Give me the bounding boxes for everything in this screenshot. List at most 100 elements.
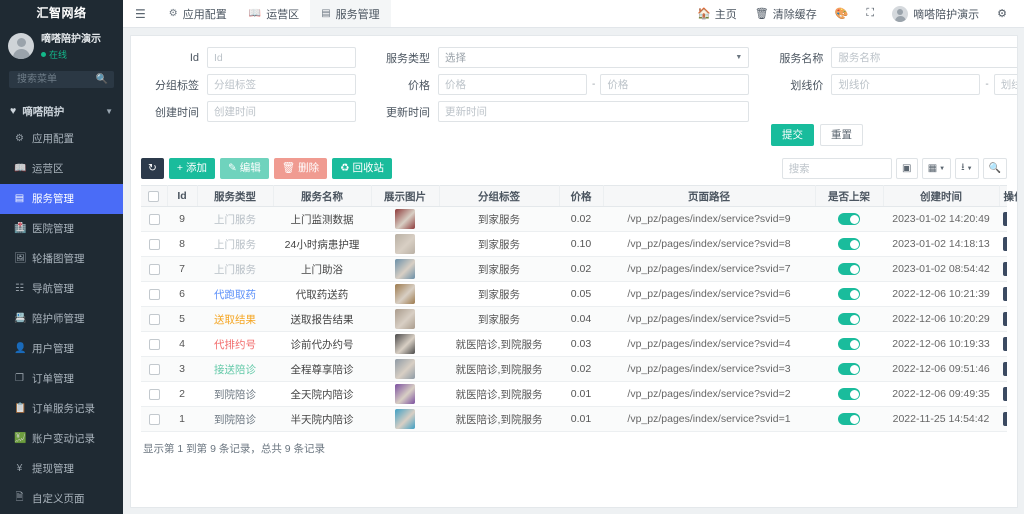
submit-button[interactable]: 提交 xyxy=(771,124,814,146)
home-link[interactable]: 🏠 主页 xyxy=(688,0,746,28)
table-row[interactable]: 8上门服务24小时病患护理到家服务0.10/vp_pz/pages/index/… xyxy=(141,232,1007,257)
cell-on-shelf[interactable] xyxy=(815,282,883,307)
columns-button[interactable]: ▦▼ xyxy=(922,158,951,179)
row-add-button[interactable]: ✚ xyxy=(1003,387,1007,401)
sidebar-item-12[interactable]: 🗎自定义页面 xyxy=(0,484,123,514)
row-add-button[interactable]: ✚ xyxy=(1003,337,1007,351)
add-button[interactable]: + 添加 xyxy=(169,158,215,179)
cell-thumbnail[interactable] xyxy=(371,357,439,382)
refresh-button[interactable]: ↻ xyxy=(141,158,164,179)
sidebar-search-input[interactable] xyxy=(15,71,108,88)
checkbox-icon[interactable] xyxy=(149,239,160,250)
edit-button[interactable]: ✎ 编辑 xyxy=(220,158,269,179)
advanced-search-button[interactable]: 🔍 xyxy=(983,158,1007,179)
cell-on-shelf[interactable] xyxy=(815,257,883,282)
on-shelf-toggle[interactable] xyxy=(838,413,860,425)
cell-thumbnail[interactable] xyxy=(371,232,439,257)
form-field-select[interactable]: 选择▼ xyxy=(438,47,749,68)
range-max-input[interactable] xyxy=(600,74,749,95)
cell-on-shelf[interactable] xyxy=(815,232,883,257)
recycle-bin-button[interactable]: ♻ 回收站 xyxy=(332,158,392,179)
theme-button[interactable]: 🎨 xyxy=(826,0,858,28)
checkbox-icon[interactable] xyxy=(148,191,159,202)
select-all-checkbox[interactable] xyxy=(141,186,167,207)
form-field-input[interactable] xyxy=(438,101,749,122)
sidebar-item-7[interactable]: 👤用户管理 xyxy=(0,334,123,364)
row-add-button[interactable]: ✚ xyxy=(1003,287,1007,301)
cell-on-shelf[interactable] xyxy=(815,207,883,232)
cell-thumbnail[interactable] xyxy=(371,282,439,307)
reset-button[interactable]: 重置 xyxy=(820,124,863,146)
checkbox-icon[interactable] xyxy=(149,214,160,225)
on-shelf-toggle[interactable] xyxy=(838,238,860,250)
cell-thumbnail[interactable] xyxy=(371,257,439,282)
checkbox-icon[interactable] xyxy=(149,264,160,275)
table-search-input[interactable] xyxy=(782,158,892,179)
cell-thumbnail[interactable] xyxy=(371,307,439,332)
checkbox-icon[interactable] xyxy=(149,339,160,350)
sidebar-item-1[interactable]: 📖运营区 xyxy=(0,154,123,184)
user-menu[interactable]: 嘀嗒陪护演示 xyxy=(883,6,988,22)
range-min-input[interactable] xyxy=(831,74,980,95)
checkbox-icon[interactable] xyxy=(149,289,160,300)
row-add-button[interactable]: ✚ xyxy=(1003,262,1007,276)
row-checkbox-cell[interactable] xyxy=(141,232,167,257)
cell-thumbnail[interactable] xyxy=(371,332,439,357)
row-checkbox-cell[interactable] xyxy=(141,282,167,307)
row-add-button[interactable]: ✚ xyxy=(1003,412,1007,426)
on-shelf-toggle[interactable] xyxy=(838,313,860,325)
row-checkbox-cell[interactable] xyxy=(141,407,167,432)
sidebar-item-6[interactable]: 📇陪护师管理 xyxy=(0,304,123,334)
thumbnail-image[interactable] xyxy=(395,209,415,229)
thumbnail-image[interactable] xyxy=(395,234,415,254)
thumbnail-image[interactable] xyxy=(395,309,415,329)
row-checkbox-cell[interactable] xyxy=(141,257,167,282)
row-add-button[interactable]: ✚ xyxy=(1003,212,1007,226)
sidebar-item-3[interactable]: 🏥医院管理 xyxy=(0,214,123,244)
sidebar-item-10[interactable]: 💹账户变动记录 xyxy=(0,424,123,454)
thumbnail-image[interactable] xyxy=(395,384,415,404)
thumbnail-image[interactable] xyxy=(395,334,415,354)
row-checkbox-cell[interactable] xyxy=(141,307,167,332)
row-checkbox-cell[interactable] xyxy=(141,382,167,407)
cell-on-shelf[interactable] xyxy=(815,332,883,357)
cell-thumbnail[interactable] xyxy=(371,382,439,407)
sidebar-item-11[interactable]: ¥提现管理 xyxy=(0,454,123,484)
logout-button[interactable]: ⚙ xyxy=(988,0,1016,28)
on-shelf-toggle[interactable] xyxy=(838,363,860,375)
tab-2[interactable]: ▤服务管理 xyxy=(310,0,390,27)
row-add-button[interactable]: ✚ xyxy=(1003,237,1007,251)
form-field-input[interactable] xyxy=(207,47,356,68)
row-checkbox-cell[interactable] xyxy=(141,207,167,232)
sidebar-item-9[interactable]: 📋订单服务记录 xyxy=(0,394,123,424)
on-shelf-toggle[interactable] xyxy=(838,338,860,350)
sidebar-item-2[interactable]: ▤服务管理 xyxy=(0,184,123,214)
row-checkbox-cell[interactable] xyxy=(141,332,167,357)
on-shelf-toggle[interactable] xyxy=(838,213,860,225)
form-field-input[interactable] xyxy=(831,47,1018,68)
form-field-input[interactable] xyxy=(207,74,356,95)
table-row[interactable]: 6代跑取药代取药送药到家服务0.05/vp_pz/pages/index/ser… xyxy=(141,282,1007,307)
cell-on-shelf[interactable] xyxy=(815,382,883,407)
row-checkbox-cell[interactable] xyxy=(141,357,167,382)
checkbox-icon[interactable] xyxy=(149,314,160,325)
tab-1[interactable]: 📖运营区 xyxy=(238,0,310,27)
thumbnail-image[interactable] xyxy=(395,359,415,379)
thumbnail-image[interactable] xyxy=(395,259,415,279)
table-row[interactable]: 9上门服务上门监测数据到家服务0.02/vp_pz/pages/index/se… xyxy=(141,207,1007,232)
thumbnail-image[interactable] xyxy=(395,409,415,429)
cell-on-shelf[interactable] xyxy=(815,357,883,382)
range-max-input[interactable] xyxy=(994,74,1018,95)
checkbox-icon[interactable] xyxy=(149,364,160,375)
checkbox-icon[interactable] xyxy=(149,414,160,425)
clear-cache-button[interactable]: 🗑 清除缓存 xyxy=(746,0,826,28)
table-row[interactable]: 5送取结果送取报告结果到家服务0.04/vp_pz/pages/index/se… xyxy=(141,307,1007,332)
cell-thumbnail[interactable] xyxy=(371,207,439,232)
on-shelf-toggle[interactable] xyxy=(838,388,860,400)
sidebar-profile[interactable]: 嘀嗒陪护演示 在线 xyxy=(0,24,123,69)
fullscreen-toggle-button[interactable]: ▣ xyxy=(896,158,918,179)
table-row[interactable]: 1到院陪诊半天院内陪诊就医陪诊,到院服务0.01/vp_pz/pages/ind… xyxy=(141,407,1007,432)
sidebar-item-4[interactable]: 🖼轮播图管理 xyxy=(0,244,123,274)
fullscreen-button[interactable]: ⛶ xyxy=(857,0,883,28)
checkbox-icon[interactable] xyxy=(149,389,160,400)
